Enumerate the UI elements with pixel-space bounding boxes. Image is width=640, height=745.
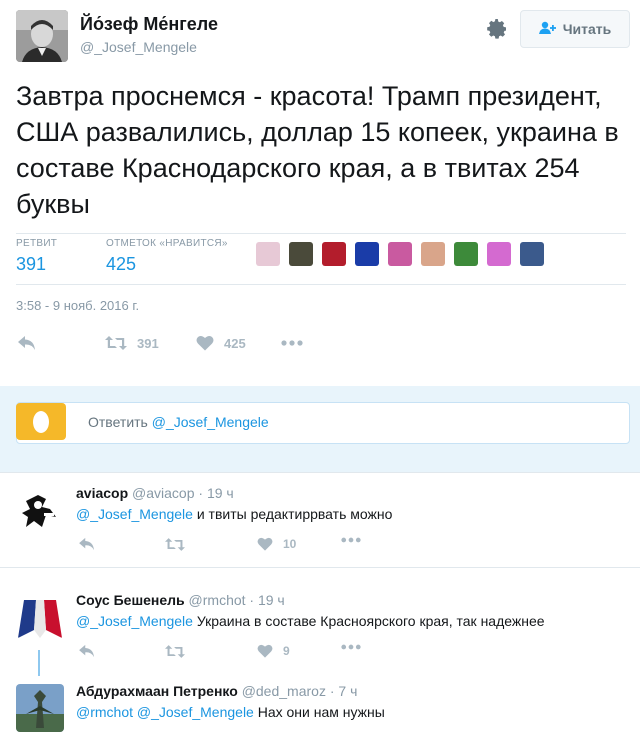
- reply-time[interactable]: · 19 ч: [249, 592, 284, 608]
- reply-author-handle[interactable]: @ded_maroz: [242, 683, 326, 699]
- tweet-text: Завтра проснемся - красота! Трамп презид…: [16, 81, 619, 219]
- retweet-icon: [165, 538, 185, 551]
- reply-author-name[interactable]: Абдурахмаан Петренко: [76, 683, 238, 699]
- liker-avatar[interactable]: [388, 242, 412, 266]
- liker-avatar[interactable]: [289, 242, 313, 266]
- like-count: 10: [283, 537, 297, 551]
- liker-avatar[interactable]: [487, 242, 511, 266]
- likes-label: ОТМЕТОК «НРАВИТСЯ»: [106, 238, 228, 249]
- reply-button[interactable]: [78, 537, 96, 551]
- retweet-button[interactable]: [165, 644, 185, 659]
- reply-mention[interactable]: @_Josef_Mengele: [76, 613, 193, 629]
- more-button[interactable]: [341, 537, 361, 543]
- reply-body: и твиты редактиррвать можно: [192, 506, 393, 522]
- retweet-icon: [105, 336, 127, 350]
- liker-avatar[interactable]: [454, 242, 478, 266]
- follow-button[interactable]: Читать: [520, 10, 630, 48]
- reply-button[interactable]: [78, 644, 96, 658]
- retweets-label: РЕТВИТ: [16, 238, 58, 249]
- reply-text: @_Josef_Mengele Украина в составе Красно…: [76, 613, 545, 629]
- retweets-count: 391: [16, 254, 47, 274]
- reply-icon: [18, 336, 35, 350]
- reply-header: Абдурахмаан Петренко @ded_maroz · 7 ч: [76, 683, 357, 699]
- heart-icon: [196, 335, 214, 351]
- reply-header: Соус Бешенель @rmchot · 19 ч: [76, 592, 285, 608]
- more-button[interactable]: [341, 644, 361, 650]
- liker-avatar[interactable]: [421, 242, 445, 266]
- gear-icon[interactable]: [485, 17, 509, 41]
- retweet-button[interactable]: 391: [105, 335, 159, 351]
- reply-button[interactable]: [17, 335, 37, 351]
- reply-icon: [79, 644, 94, 658]
- avatar[interactable]: [16, 684, 64, 732]
- reply-placeholder-prefix: Ответить: [88, 414, 152, 430]
- like-button[interactable]: 425: [196, 335, 246, 351]
- more-icon: [281, 340, 303, 346]
- more-icon: [341, 537, 361, 543]
- likes-count: 425: [106, 254, 137, 274]
- reply-icon: [79, 537, 94, 551]
- reply-body: Украина в составе Красноярского края, та…: [192, 613, 545, 629]
- author-name[interactable]: Йо́зеф Ме́нгеле: [80, 14, 218, 35]
- retweets-stat[interactable]: РЕТВИТ 391: [16, 236, 57, 275]
- reply-text: @rmchot @_Josef_Mengele Нах они нам нужн…: [76, 704, 385, 720]
- avatar[interactable]: [16, 487, 64, 535]
- liker-avatar[interactable]: [322, 242, 346, 266]
- liker-avatar[interactable]: [256, 242, 280, 266]
- more-button[interactable]: [281, 340, 303, 346]
- reply-time[interactable]: · 19 ч: [198, 485, 233, 501]
- reply-mention[interactable]: @rmchot @_Josef_Mengele: [76, 704, 254, 720]
- retweet-button[interactable]: [165, 537, 185, 552]
- reply-author-name[interactable]: Соус Бешенель: [76, 592, 185, 608]
- like-button[interactable]: 9: [257, 644, 290, 658]
- retweet-icon: [165, 645, 185, 658]
- heart-icon: [257, 537, 273, 551]
- like-count: 9: [283, 644, 290, 658]
- thread-connector: [38, 650, 40, 676]
- reply-placeholder-mention: @_Josef_Mengele: [151, 414, 269, 430]
- avatar[interactable]: [16, 590, 64, 638]
- retweet-count: 391: [137, 335, 159, 351]
- author-handle[interactable]: @_Josef_Mengele: [80, 39, 197, 55]
- reply-tweet[interactable]: Соус Бешенель @rmchot · 19 ч @_Josef_Men…: [0, 567, 640, 677]
- reply-author-handle[interactable]: @aviacop: [132, 485, 194, 501]
- reply-tweet[interactable]: Абдурахмаан Петренко @ded_maroz · 7 ч @r…: [0, 677, 640, 745]
- heart-icon: [257, 644, 273, 658]
- reply-time[interactable]: · 7 ч: [330, 683, 358, 699]
- like-count: 425: [224, 335, 246, 351]
- likes-stat[interactable]: ОТМЕТОК «НРАВИТСЯ» 425: [106, 236, 228, 275]
- likers-avatars: [256, 242, 544, 266]
- reply-text: @_Josef_Mengele и твиты редактиррвать мо…: [76, 506, 392, 522]
- more-icon: [341, 644, 361, 650]
- like-button[interactable]: 10: [257, 537, 296, 551]
- tweet-timestamp[interactable]: 3:58 - 9 нояб. 2016 г.: [16, 298, 139, 313]
- reply-tweet[interactable]: aviacop @aviacop · 19 ч @_Josef_Mengele …: [0, 472, 640, 567]
- egg-avatar-icon: [16, 403, 66, 440]
- add-user-icon: [538, 21, 557, 38]
- main-tweet: Йо́зеф Ме́нгеле @_Josef_Mengele Читать З…: [0, 0, 640, 386]
- follow-label: Читать: [562, 21, 612, 37]
- tweet-stats: РЕТВИТ 391 ОТМЕТОК «НРАВИТСЯ» 425: [16, 233, 626, 285]
- reply-placeholder[interactable]: Ответить @_Josef_Mengele: [88, 414, 269, 430]
- reply-author-name[interactable]: aviacop: [76, 485, 128, 501]
- reply-header: aviacop @aviacop · 19 ч: [76, 485, 234, 501]
- reply-body: Нах они нам нужны: [253, 704, 385, 720]
- reply-actions: 10: [76, 537, 376, 557]
- liker-avatar[interactable]: [520, 242, 544, 266]
- reply-actions: 9: [76, 644, 376, 664]
- reply-author-handle[interactable]: @rmchot: [189, 592, 246, 608]
- liker-avatar[interactable]: [355, 242, 379, 266]
- reply-mention[interactable]: @_Josef_Mengele: [76, 506, 193, 522]
- author-avatar[interactable]: [16, 10, 68, 62]
